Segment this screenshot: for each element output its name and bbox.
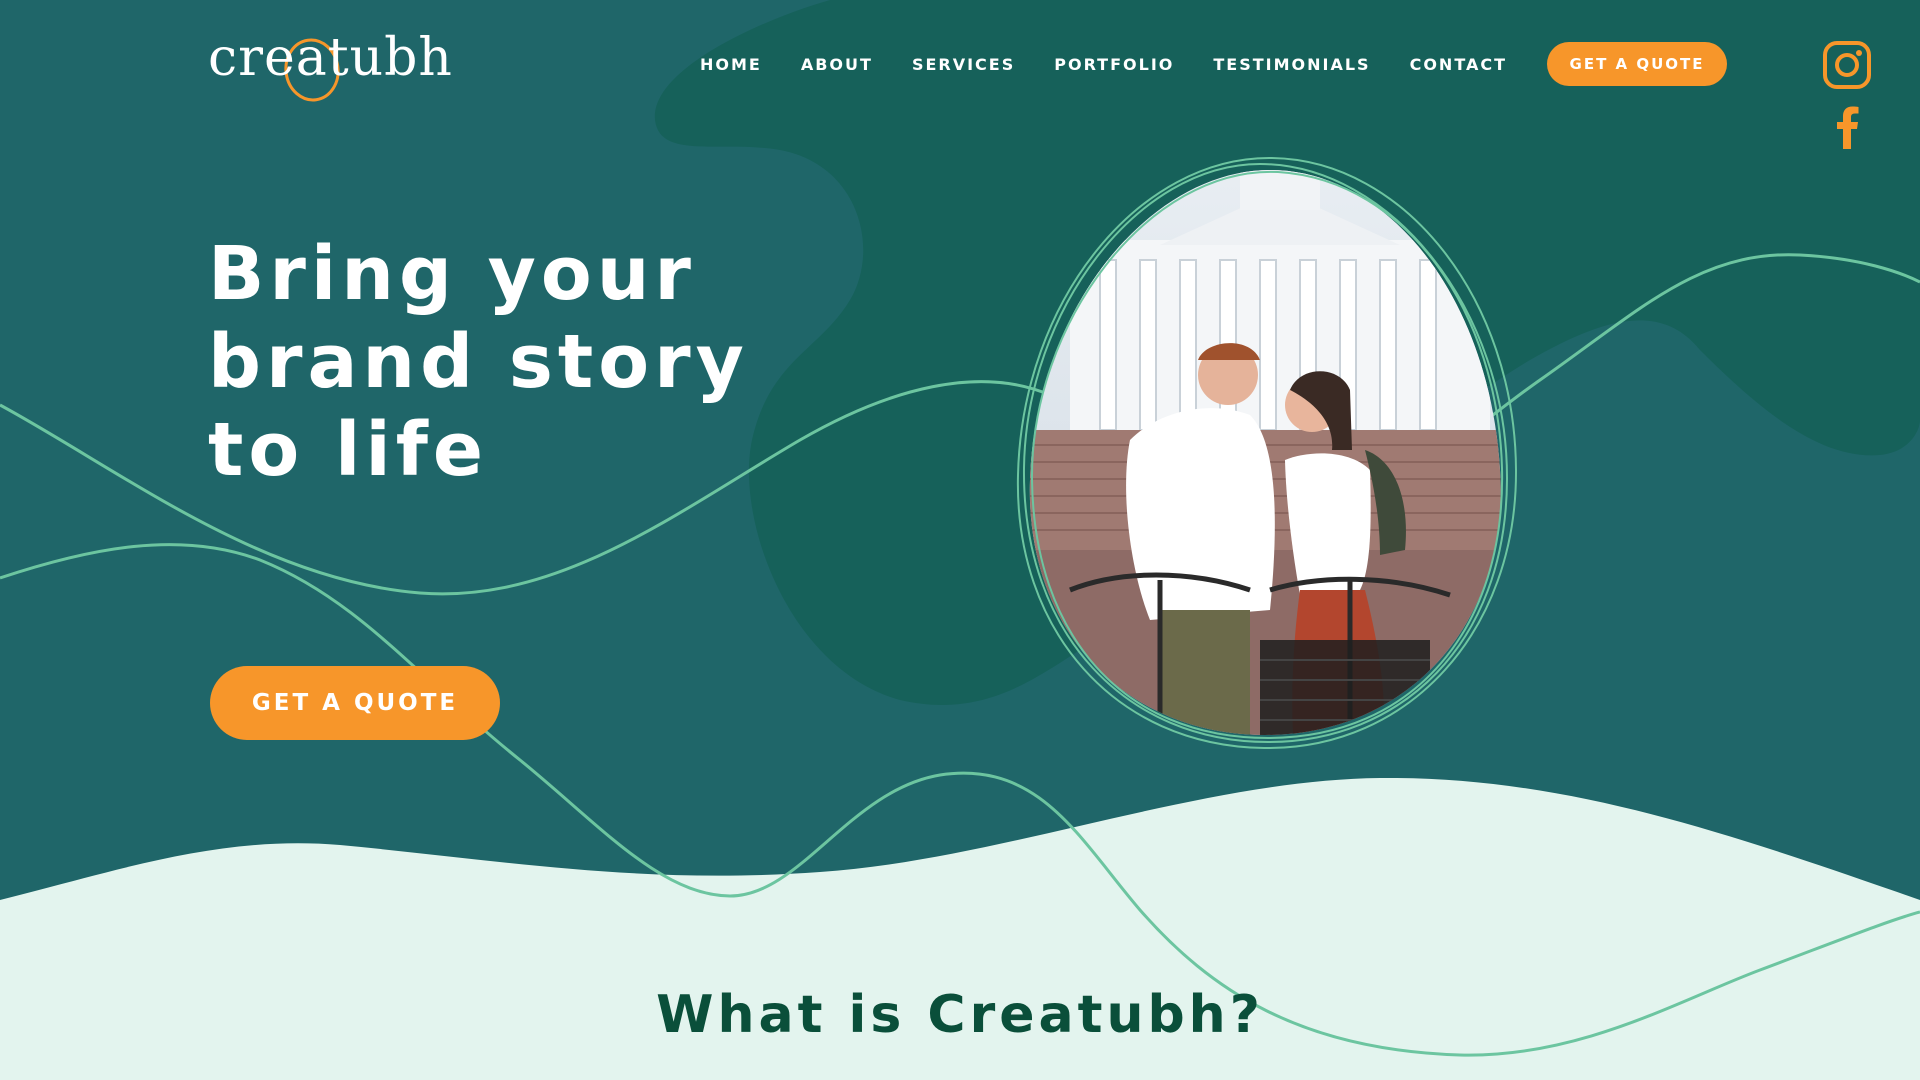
nav-home[interactable]: HOME — [700, 55, 762, 74]
hero-photo — [1016, 156, 1518, 750]
hero-get-quote-button[interactable]: GET A QUOTE — [210, 666, 500, 740]
nav-contact[interactable]: CONTACT — [1410, 55, 1507, 74]
hero-title-line: Bring your — [208, 231, 696, 317]
nav-about[interactable]: ABOUT — [801, 55, 873, 74]
hero-title-line: to life — [208, 407, 489, 493]
hero-title: Bring your brand story to life — [208, 230, 828, 494]
nav-portfolio[interactable]: PORTFOLIO — [1054, 55, 1174, 74]
instagram-icon[interactable] — [1822, 40, 1872, 90]
main-nav: HOME ABOUT SERVICES PORTFOLIO TESTIMONIA… — [700, 42, 1728, 86]
logo-text: creatubh — [208, 28, 453, 88]
nav-services[interactable]: SERVICES — [912, 55, 1015, 74]
hero-title-line: brand story — [208, 319, 749, 405]
nav-get-quote-button[interactable]: GET A QUOTE — [1547, 42, 1728, 86]
nav-testimonials[interactable]: TESTIMONIALS — [1213, 55, 1370, 74]
facebook-icon[interactable] — [1834, 105, 1860, 149]
background-shapes — [0, 0, 1920, 1080]
section-title: What is Creatubh? — [656, 985, 1264, 1045]
creatubh-logo[interactable]: creatubh — [208, 20, 452, 110]
